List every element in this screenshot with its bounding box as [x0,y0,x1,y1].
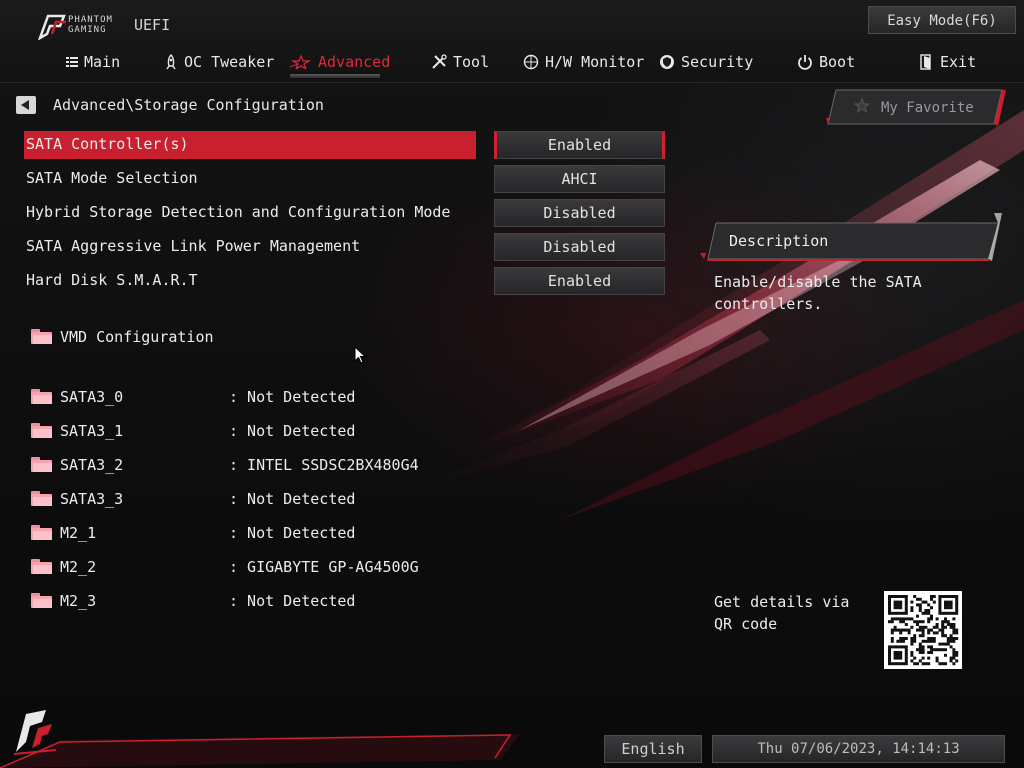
tab-main[interactable]: Main [66,50,120,74]
date-time-display: Thu 07/06/2023, 14:14:13 [712,735,1005,763]
my-favorite-button[interactable]: My Favorite [826,88,1006,126]
folder-icon [31,593,52,608]
setting-label-link-power[interactable]: SATA Aggressive Link Power Management [26,237,360,255]
exit-icon [920,54,931,70]
device-name-sata3-3[interactable]: SATA3_3 [60,490,123,508]
monitor-icon [523,54,539,70]
tab-security-label: Security [681,53,754,71]
description-text: Enable/disable the SATA controllers. [714,273,922,313]
active-tab-indicator [290,74,380,78]
tab-oc-tweaker[interactable]: OC Tweaker [164,50,274,74]
tab-boot-label: Boot [819,53,856,71]
device-name-m2-1[interactable]: M2_1 [60,524,96,542]
tab-boot[interactable]: Boot [797,50,855,74]
my-favorite-label: My Favorite [881,100,974,116]
tab-tool[interactable]: Tool [431,50,489,74]
easy-mode-button[interactable]: Easy Mode(F6) [868,6,1016,34]
device-name-sata3-1[interactable]: SATA3_1 [60,422,123,440]
setting-value-hybrid-storage[interactable]: Disabled [494,199,665,227]
device-value-m2-3: : Not Detected [229,592,356,610]
power-icon [798,55,812,70]
tab-oc-tweaker-label: OC Tweaker [184,53,275,71]
folder-icon [31,525,52,540]
device-value-sata3-0: : Not Detected [229,388,356,406]
list-icon [66,57,78,67]
setting-label-hybrid-storage[interactable]: Hybrid Storage Detection and Configurati… [26,203,450,221]
folder-icon [31,329,52,344]
folder-icon [31,423,52,438]
device-value-sata3-1: : Not Detected [229,422,356,440]
device-name-m2-3[interactable]: M2_3 [60,592,96,610]
vmd-configuration-item[interactable]: VMD Configuration [60,328,214,346]
brand-text: PHANTOM GAMING [68,15,113,35]
star-icon [290,55,312,69]
device-value-m2-1: : Not Detected [229,524,356,542]
shield-icon [660,55,674,69]
setting-label-sata-mode[interactable]: SATA Mode Selection [26,169,198,187]
back-button[interactable] [16,96,36,114]
folder-icon [31,491,52,506]
folder-icon [31,559,52,574]
brand-line1: PHANTOM [68,15,113,25]
device-name-m2-2[interactable]: M2_2 [60,558,96,576]
tab-exit-label: Exit [940,53,977,71]
folder-icon [31,389,52,404]
tab-advanced-label: Advanced [318,53,391,71]
phantom-gaming-bottom-logo [13,710,57,755]
device-value-m2-2: : GIGABYTE GP-AG4500G [229,558,419,576]
device-name-sata3-0[interactable]: SATA3_0 [60,388,123,406]
qr-details-text: Get details via QR code [714,593,850,633]
star-outline-icon [854,98,870,114]
setting-value-sata-mode[interactable]: AHCI [494,165,665,193]
tab-hw-monitor[interactable]: H/W Monitor [523,50,644,74]
brand-line2: GAMING [68,25,107,35]
setting-value-sata-controllers[interactable]: Enabled [494,131,665,159]
uefi-label: UEFI [134,16,171,34]
setting-label-sata-controllers[interactable]: SATA Controller(s) [26,135,189,153]
device-value-sata3-2: : INTEL SSDSC2BX480G4 [229,456,419,474]
mouse-cursor-icon [354,346,366,364]
language-button[interactable]: English [604,735,702,763]
device-value-sata3-3: : Not Detected [229,490,356,508]
rocket-icon [166,54,176,70]
qr-code-pattern [888,595,959,666]
folder-icon [31,457,52,472]
tab-tool-label: Tool [453,53,490,71]
tab-main-label: Main [84,53,121,71]
setting-value-smart[interactable]: Enabled [494,267,665,295]
setting-value-link-power[interactable]: Disabled [494,233,665,261]
setting-label-smart[interactable]: Hard Disk S.M.A.R.T [26,271,198,289]
tab-advanced[interactable]: Advanced [290,50,390,74]
device-name-sata3-2[interactable]: SATA3_2 [60,456,123,474]
description-title: Description [729,232,829,250]
tab-hw-monitor-label: H/W Monitor [545,53,645,71]
qr-code-image [884,591,962,669]
tools-icon [432,54,447,69]
breadcrumb: Advanced\Storage Configuration [53,96,324,114]
tab-security[interactable]: Security [659,50,753,74]
tab-exit[interactable]: Exit [920,50,976,74]
